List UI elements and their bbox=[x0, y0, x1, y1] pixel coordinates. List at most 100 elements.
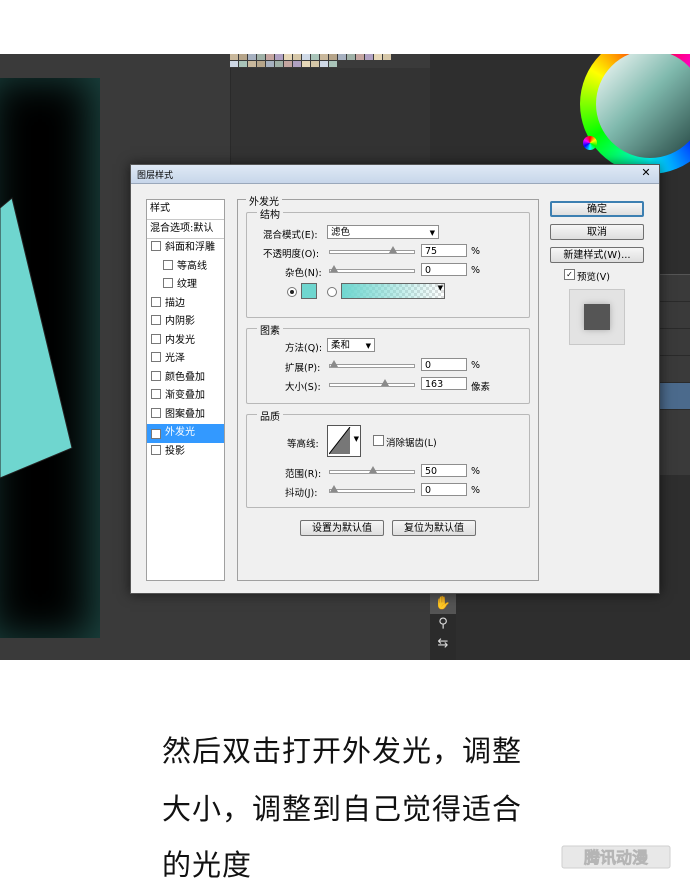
style-item-label: 投影 bbox=[165, 445, 185, 457]
noise-slider[interactable] bbox=[329, 265, 415, 273]
style-item-9[interactable]: 图案叠加 bbox=[147, 406, 224, 425]
gradient-radio[interactable] bbox=[327, 287, 337, 297]
structure-title: 结构 bbox=[257, 206, 283, 221]
noise-unit: % bbox=[471, 265, 481, 276]
caption-line-1: 然后双击打开外发光，调整 bbox=[162, 734, 523, 768]
style-item-7[interactable]: 颜色叠加 bbox=[147, 369, 224, 388]
ok-button[interactable]: 确定 bbox=[550, 201, 644, 217]
style-item-checkbox[interactable] bbox=[163, 259, 173, 270]
gradient-chevron-down-icon: ▼ bbox=[437, 284, 443, 292]
technique-select[interactable]: 柔和 ▼ bbox=[327, 338, 375, 352]
preview-label[interactable]: 预览(V) bbox=[577, 269, 610, 283]
preview-checkbox[interactable]: ✓ bbox=[564, 269, 575, 280]
reset-default-button[interactable]: 复位为默认值 bbox=[392, 520, 476, 536]
style-item-checkbox[interactable]: ✓ bbox=[151, 429, 161, 439]
range-slider-thumb[interactable] bbox=[369, 466, 377, 473]
teal-shape bbox=[0, 197, 73, 479]
svg-text:腾讯动漫: 腾讯动漫 bbox=[584, 848, 648, 867]
size-slider-thumb[interactable] bbox=[380, 379, 389, 386]
technique-label: 方法(Q): bbox=[285, 343, 323, 354]
style-item-label: 内阴影 bbox=[165, 316, 195, 327]
blend-options-item[interactable]: 混合选项:默认 bbox=[147, 220, 224, 239]
swap-colors-icon[interactable]: ⇆ bbox=[430, 634, 456, 654]
jitter-input[interactable]: 0 bbox=[421, 483, 467, 496]
spread-slider-thumb[interactable] bbox=[330, 360, 338, 367]
spread-slider[interactable] bbox=[329, 360, 415, 368]
size-slider[interactable] bbox=[329, 379, 415, 387]
style-item-checkbox[interactable] bbox=[151, 370, 161, 381]
jitter-slider-thumb[interactable] bbox=[330, 485, 338, 492]
blend-mode-label: 混合模式(E): bbox=[263, 230, 318, 241]
layer-style-dialog: 图层样式 ✕ 样式 混合选项:默认 斜面和浮雕等高线 纹理 描边内阴影内发光光泽颜色… bbox=[130, 164, 660, 594]
style-item-label: 斜面和浮雕 bbox=[165, 242, 215, 253]
photoshop-screenshot: ✋ ⚲ ⇆ 图层样式 ✕ 样式 混合选项:默认 斜面和浮雕等高线 纹理 描边内阴影内… bbox=[0, 54, 690, 660]
color-swatches[interactable] bbox=[230, 54, 400, 68]
technique-chevron-down-icon: ▼ bbox=[365, 342, 371, 350]
noise-label: 杂色(N): bbox=[285, 268, 322, 279]
cancel-button[interactable]: 取消 bbox=[550, 224, 644, 240]
antialias-checkbox[interactable] bbox=[373, 435, 384, 446]
zoom-tool-icon[interactable]: ⚲ bbox=[430, 614, 456, 634]
style-item-checkbox[interactable] bbox=[151, 407, 161, 418]
style-item-1[interactable]: 等高线 bbox=[147, 258, 224, 277]
style-item-checkbox[interactable] bbox=[151, 352, 161, 362]
background-panel bbox=[230, 68, 431, 178]
style-item-4[interactable]: 内阴影 bbox=[147, 313, 224, 332]
style-item-checkbox[interactable] bbox=[151, 241, 161, 251]
glow-gradient-picker[interactable]: ▼ bbox=[341, 283, 445, 299]
style-item-label: 外发光 bbox=[165, 427, 195, 438]
opacity-unit: % bbox=[471, 246, 481, 257]
style-item-label: 光泽 bbox=[165, 353, 185, 364]
blend-mode-select[interactable]: 滤色 ▼ bbox=[327, 225, 439, 239]
range-slider[interactable] bbox=[329, 466, 415, 474]
spread-label: 扩展(P): bbox=[285, 363, 321, 374]
style-item-8[interactable]: 渐变叠加 bbox=[147, 387, 224, 406]
antialias-label[interactable]: 消除锯齿(L) bbox=[386, 435, 437, 449]
style-item-11[interactable]: 投影 bbox=[147, 443, 224, 462]
style-item-0[interactable]: 斜面和浮雕 bbox=[147, 239, 224, 258]
range-unit: % bbox=[471, 466, 481, 477]
close-icon[interactable]: ✕ bbox=[639, 166, 653, 180]
blend-mode-value: 滤色 bbox=[331, 227, 351, 238]
hand-tool-icon[interactable]: ✋ bbox=[430, 594, 456, 614]
style-item-checkbox[interactable] bbox=[151, 333, 161, 344]
quality-group: 品质 等高线: ▼ 消除锯齿(L) 范围(R): 50 % 抖动(J): 0 % bbox=[246, 408, 530, 508]
style-list: 样式 混合选项:默认 斜面和浮雕等高线 纹理 描边内阴影内发光光泽颜色叠加渐变叠加图… bbox=[146, 199, 225, 581]
style-item-5[interactable]: 内发光 bbox=[147, 332, 224, 351]
size-input[interactable]: 163 bbox=[421, 377, 467, 390]
spread-input[interactable]: 0 bbox=[421, 358, 467, 371]
style-item-checkbox[interactable] bbox=[151, 444, 161, 455]
style-item-label: 渐变叠加 bbox=[165, 390, 205, 401]
elements-group: 图素 方法(Q): 柔和 ▼ 扩展(P): 0 % 大小(S): 163 像素 bbox=[246, 322, 530, 404]
jitter-unit: % bbox=[471, 485, 481, 496]
style-item-checkbox[interactable] bbox=[163, 278, 173, 288]
style-item-checkbox[interactable] bbox=[151, 389, 161, 399]
chevron-down-icon: ▼ bbox=[429, 229, 435, 237]
opacity-input[interactable]: 75 bbox=[421, 244, 467, 257]
set-default-button[interactable]: 设置为默认值 bbox=[300, 520, 384, 536]
range-input[interactable]: 50 bbox=[421, 464, 467, 477]
jitter-slider[interactable] bbox=[329, 485, 415, 493]
noise-input[interactable]: 0 bbox=[421, 263, 467, 276]
watermark-logo: 腾讯动漫 bbox=[561, 845, 671, 869]
style-item-6[interactable]: 光泽 bbox=[147, 350, 224, 369]
opacity-slider[interactable] bbox=[329, 246, 415, 254]
contour-picker[interactable]: ▼ bbox=[327, 425, 361, 457]
style-item-checkbox[interactable] bbox=[151, 296, 161, 307]
size-unit: 像素 bbox=[471, 382, 491, 393]
opacity-slider-thumb[interactable] bbox=[388, 246, 397, 253]
opacity-label: 不透明度(O): bbox=[263, 249, 320, 260]
new-style-button[interactable]: 新建样式(W)... bbox=[550, 247, 644, 263]
caption-line-2: 大小，调整到自己觉得适合 bbox=[162, 792, 523, 826]
dialog-titlebar[interactable]: 图层样式 ✕ bbox=[131, 165, 659, 184]
noise-slider-thumb[interactable] bbox=[330, 265, 338, 272]
style-item-3[interactable]: 描边 bbox=[147, 295, 224, 314]
document-canvas bbox=[0, 78, 100, 638]
style-list-header[interactable]: 样式 bbox=[147, 200, 224, 220]
style-item-checkbox[interactable] bbox=[151, 315, 161, 325]
glow-color-swatch[interactable] bbox=[301, 283, 317, 299]
style-item-10[interactable]: ✓ 外发光 bbox=[147, 424, 224, 443]
solid-color-radio[interactable] bbox=[287, 287, 297, 297]
style-item-2[interactable]: 纹理 bbox=[147, 276, 224, 295]
color-wheel-small-icon[interactable] bbox=[583, 136, 597, 150]
